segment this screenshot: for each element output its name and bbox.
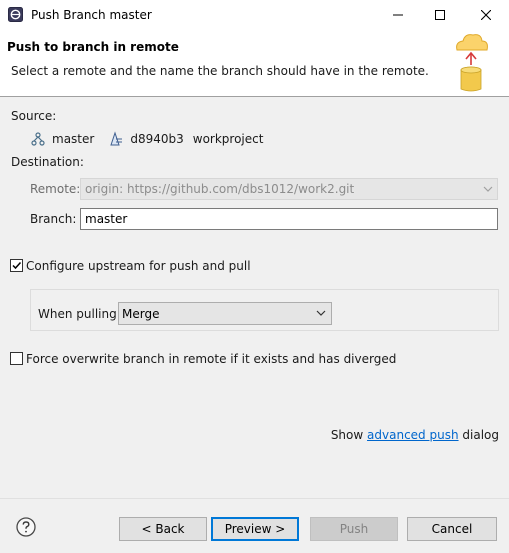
eclipse-app-icon	[8, 7, 23, 22]
source-branch-name: master	[52, 132, 95, 146]
commit-icon	[110, 131, 123, 146]
when-pulling-label: When pulling:	[38, 307, 121, 321]
advanced-push-text: Show advanced push dialog	[331, 428, 499, 442]
force-overwrite-checkbox[interactable]	[10, 352, 23, 365]
push-to-cloud-icon	[456, 34, 488, 92]
back-button[interactable]: < Back	[119, 517, 207, 541]
maximize-icon	[435, 10, 445, 20]
force-overwrite-label[interactable]: Force overwrite branch in remote if it e…	[26, 352, 396, 366]
wizard-page-description: Select a remote and the name the branch …	[11, 64, 429, 78]
advanced-suffix: dialog	[462, 428, 499, 442]
source-project-name: workproject	[192, 132, 264, 146]
window-title: Push Branch master	[31, 8, 152, 22]
when-pulling-value: Merge	[122, 307, 160, 321]
chevron-down-icon	[316, 310, 326, 316]
remote-select-value: origin: https://github.com/dbs1012/work2…	[85, 182, 355, 196]
source-ref: master d8940b3 workproject	[30, 131, 263, 147]
preview-button[interactable]: Preview >	[211, 517, 299, 541]
title-bar: Push Branch master	[0, 0, 509, 30]
branch-icon	[31, 132, 45, 146]
maximize-button[interactable]	[417, 0, 463, 30]
remote-select: origin: https://github.com/dbs1012/work2…	[80, 178, 498, 200]
wizard-page-title: Push to branch in remote	[7, 40, 179, 54]
configure-upstream-checkbox[interactable]	[10, 259, 23, 272]
advanced-push-link[interactable]: advanced push	[367, 428, 459, 442]
cancel-button[interactable]: Cancel	[407, 517, 497, 541]
checkmark-icon	[12, 261, 22, 270]
close-icon	[481, 10, 491, 20]
when-pulling-select[interactable]: Merge	[118, 302, 332, 325]
destination-label: Destination:	[11, 155, 84, 169]
minimize-button[interactable]	[375, 0, 421, 30]
push-button: Push	[310, 517, 398, 541]
advanced-prefix: Show	[330, 428, 364, 442]
help-icon[interactable]	[16, 517, 36, 537]
branch-label: Branch:	[30, 212, 77, 226]
button-bar-separator	[0, 498, 509, 499]
source-label: Source:	[11, 109, 57, 123]
branch-name-input[interactable]: master	[80, 208, 498, 230]
chevron-down-icon	[483, 186, 493, 192]
minimize-icon	[393, 14, 403, 16]
remote-label: Remote:	[30, 182, 81, 196]
configure-upstream-label[interactable]: Configure upstream for push and pull	[26, 259, 251, 273]
wizard-banner: Push to branch in remote Select a remote…	[0, 30, 509, 97]
source-commit-id: d8940b3	[130, 132, 184, 146]
close-window-button[interactable]	[463, 0, 509, 30]
